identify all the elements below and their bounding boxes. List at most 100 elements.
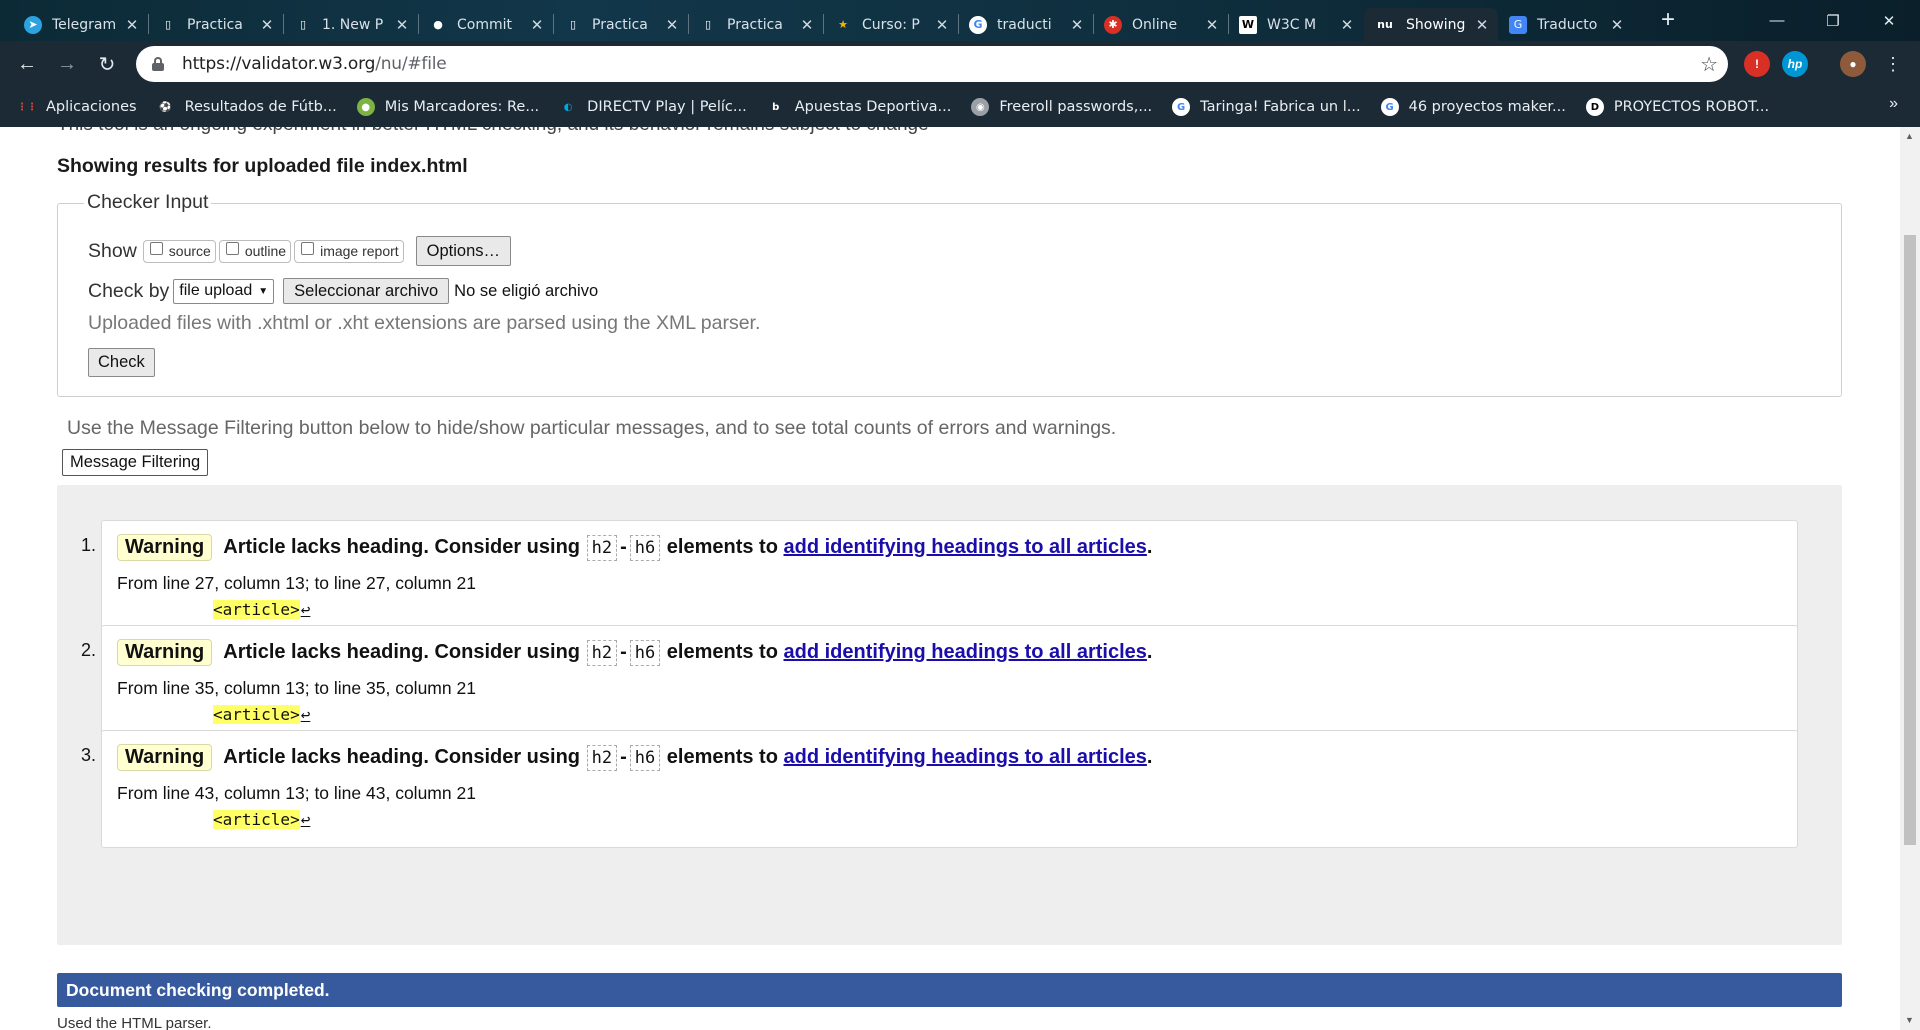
bookmark-label: Mis Marcadores: Re... bbox=[384, 99, 540, 115]
source-label: source bbox=[168, 243, 211, 259]
tab-close-icon[interactable]: ✕ bbox=[1474, 16, 1490, 34]
tab-separator bbox=[823, 14, 824, 34]
headings-help-link[interactable]: add identifying headings to all articles bbox=[784, 536, 1147, 559]
tab-2[interactable]: ▯ Practica ✕ bbox=[149, 8, 283, 41]
tab-9[interactable]: ✱ Online ✕ bbox=[1094, 8, 1228, 41]
tab-12[interactable]: G Traducto ✕ bbox=[1499, 8, 1633, 41]
scroll-up-icon[interactable]: ▲ bbox=[1905, 131, 1914, 141]
tab-close-icon[interactable]: ✕ bbox=[664, 16, 680, 34]
close-window-icon[interactable]: ✕ bbox=[1866, 0, 1912, 41]
bookmark-8[interactable]: G 46 proyectos maker... bbox=[1371, 92, 1576, 122]
message-summary: Warning Article lacks heading. Consider u… bbox=[117, 744, 1152, 771]
browser-toolbar: ← → ↻ https://validator.w3.org/nu/#file … bbox=[0, 41, 1920, 87]
tab-8[interactable]: Gtraducti ✕ bbox=[959, 8, 1093, 41]
tab-11[interactable]: nu Showing ✕ bbox=[1364, 8, 1498, 41]
message-text: Article lacks heading. Consider using bbox=[223, 641, 581, 663]
return-icon: ↩ bbox=[300, 705, 311, 724]
tab-6[interactable]: ▯ Practica ✕ bbox=[689, 8, 823, 41]
show-outline-option[interactable]: outline bbox=[218, 239, 292, 263]
image-report-checkbox[interactable] bbox=[301, 241, 315, 255]
warning-message: Warning Article lacks heading. Consider u… bbox=[101, 520, 1798, 638]
headings-help-link[interactable]: add identifying headings to all articles bbox=[784, 641, 1147, 664]
tab-1[interactable]: ➤ Telegram ✕ bbox=[14, 8, 148, 41]
tab-title: Showing bbox=[1406, 16, 1466, 33]
bookmark-4[interactable]: ◐ DIRECTV Play | Pelíc... bbox=[549, 92, 757, 122]
bookmark-3[interactable]: ● Mis Marcadores: Re... bbox=[347, 92, 549, 122]
return-icon: ↩ bbox=[300, 810, 311, 829]
scroll-down-icon[interactable]: ▼ bbox=[1905, 1015, 1914, 1025]
tab-close-icon[interactable]: ✕ bbox=[1609, 16, 1625, 34]
tab-close-icon[interactable]: ✕ bbox=[259, 16, 275, 34]
warning-badge: Warning bbox=[117, 534, 213, 561]
tab-close-icon[interactable]: ✕ bbox=[1204, 16, 1220, 34]
tab-3[interactable]: ▯ 1. New P ✕ bbox=[284, 8, 418, 41]
bookmark-9[interactable]: D PROYECTOS ROBOT... bbox=[1576, 92, 1779, 122]
headings-help-link[interactable]: add identifying headings to all articles bbox=[784, 746, 1147, 769]
tab-separator bbox=[283, 14, 284, 34]
bookmark-5[interactable]: b Apuestas Deportiva... bbox=[757, 92, 962, 122]
warning-message: Warning Article lacks heading. Consider u… bbox=[101, 625, 1798, 743]
warning-badge: Warning bbox=[117, 744, 213, 771]
bookmark-6[interactable]: ◉ Freeroll passwords,... bbox=[961, 92, 1162, 122]
options-button[interactable]: Options… bbox=[415, 236, 512, 266]
tab-7[interactable]: ★ Curso: P ✕ bbox=[824, 8, 958, 41]
tab-separator bbox=[148, 14, 149, 34]
tab-5[interactable]: ▯ Practica ✕ bbox=[554, 8, 688, 41]
forward-icon[interactable]: → bbox=[52, 49, 82, 79]
message-text-mid: elements to bbox=[666, 641, 778, 663]
show-row: Show source outline image report Options… bbox=[88, 236, 512, 266]
minimize-icon[interactable]: — bbox=[1754, 0, 1800, 41]
check-button[interactable]: Check bbox=[88, 348, 155, 377]
nu-icon: nu bbox=[1377, 18, 1393, 31]
extract-highlight: <article> bbox=[213, 705, 300, 724]
vertical-scrollbar[interactable]: ▲ ▼ bbox=[1900, 127, 1920, 1030]
bookmark-label: DIRECTV Play | Pelíc... bbox=[587, 99, 747, 115]
reload-icon[interactable]: ↻ bbox=[92, 49, 122, 79]
menu-dots-icon[interactable]: ⋮ bbox=[1878, 49, 1908, 79]
url-text[interactable]: https://validator.w3.org/nu/#file bbox=[182, 54, 447, 74]
choose-file-button[interactable]: Seleccionar archivo bbox=[283, 278, 450, 304]
tab-close-icon[interactable]: ✕ bbox=[934, 16, 950, 34]
select-arrow-icon: ▼ bbox=[258, 285, 269, 297]
bookmark-7[interactable]: G Taringa! Fabrica un l... bbox=[1162, 92, 1370, 122]
results-list: 1. Warning Article lacks heading. Consider… bbox=[57, 485, 1842, 945]
bookmark-star-icon[interactable]: ☆ bbox=[1700, 52, 1718, 77]
tab-close-icon[interactable]: ✕ bbox=[1069, 16, 1085, 34]
profile-avatar[interactable]: ● bbox=[1840, 51, 1866, 77]
tab-close-icon[interactable]: ✕ bbox=[1339, 16, 1355, 34]
bookmarks-container: ⋮⋮ Aplicaciones ⚽ Resultados de Fútb... ● Mis… bbox=[0, 92, 1779, 122]
document-icon: ▯ bbox=[164, 18, 172, 31]
code-extract: <article>↩ bbox=[213, 705, 310, 724]
telegram-icon: ➤ bbox=[24, 15, 42, 34]
lock-icon[interactable] bbox=[152, 57, 164, 71]
outline-checkbox[interactable] bbox=[225, 241, 239, 255]
message-period: . bbox=[1146, 536, 1153, 558]
bookmark-2[interactable]: ⚽ Resultados de Fútb... bbox=[147, 92, 347, 122]
message-filtering-button[interactable]: Message Filtering bbox=[62, 449, 209, 476]
tab-close-icon[interactable]: ✕ bbox=[799, 16, 815, 34]
bookmark-label: Taringa! Fabrica un l... bbox=[1200, 99, 1361, 115]
new-tab-button[interactable]: + bbox=[1657, 8, 1679, 32]
parser-note: Used the HTML parser. bbox=[57, 1015, 212, 1030]
tab-close-icon[interactable]: ✕ bbox=[124, 16, 140, 34]
address-bar[interactable]: https://validator.w3.org/nu/#file ☆ bbox=[136, 46, 1728, 82]
back-icon[interactable]: ← bbox=[12, 49, 42, 79]
tab-title: Traducto bbox=[1537, 16, 1598, 33]
directv-icon: ◐ bbox=[563, 101, 573, 113]
scroll-thumb[interactable] bbox=[1904, 235, 1916, 845]
tab-4[interactable]: ● Commit ✕ bbox=[419, 8, 553, 41]
extension-red-icon[interactable]: ! bbox=[1744, 51, 1770, 77]
show-source-option[interactable]: source bbox=[142, 239, 216, 263]
source-checkbox[interactable] bbox=[149, 241, 163, 255]
hp-extension-icon[interactable]: hp bbox=[1782, 51, 1808, 77]
tab-close-icon[interactable]: ✕ bbox=[394, 16, 410, 34]
apps-grid-icon: ⋮⋮ bbox=[17, 101, 37, 113]
bookmark-1[interactable]: ⋮⋮ Aplicaciones bbox=[8, 92, 147, 122]
check-by-select[interactable]: file upload ▼ bbox=[173, 278, 275, 304]
show-image-report-option[interactable]: image report bbox=[294, 239, 404, 263]
tab-title: Practica bbox=[727, 16, 783, 33]
restore-icon[interactable]: ❐ bbox=[1810, 0, 1856, 41]
bookmarks-overflow-icon[interactable]: » bbox=[1889, 95, 1898, 113]
tab-10[interactable]: W W3C M ✕ bbox=[1229, 8, 1363, 41]
tab-close-icon[interactable]: ✕ bbox=[529, 16, 545, 34]
